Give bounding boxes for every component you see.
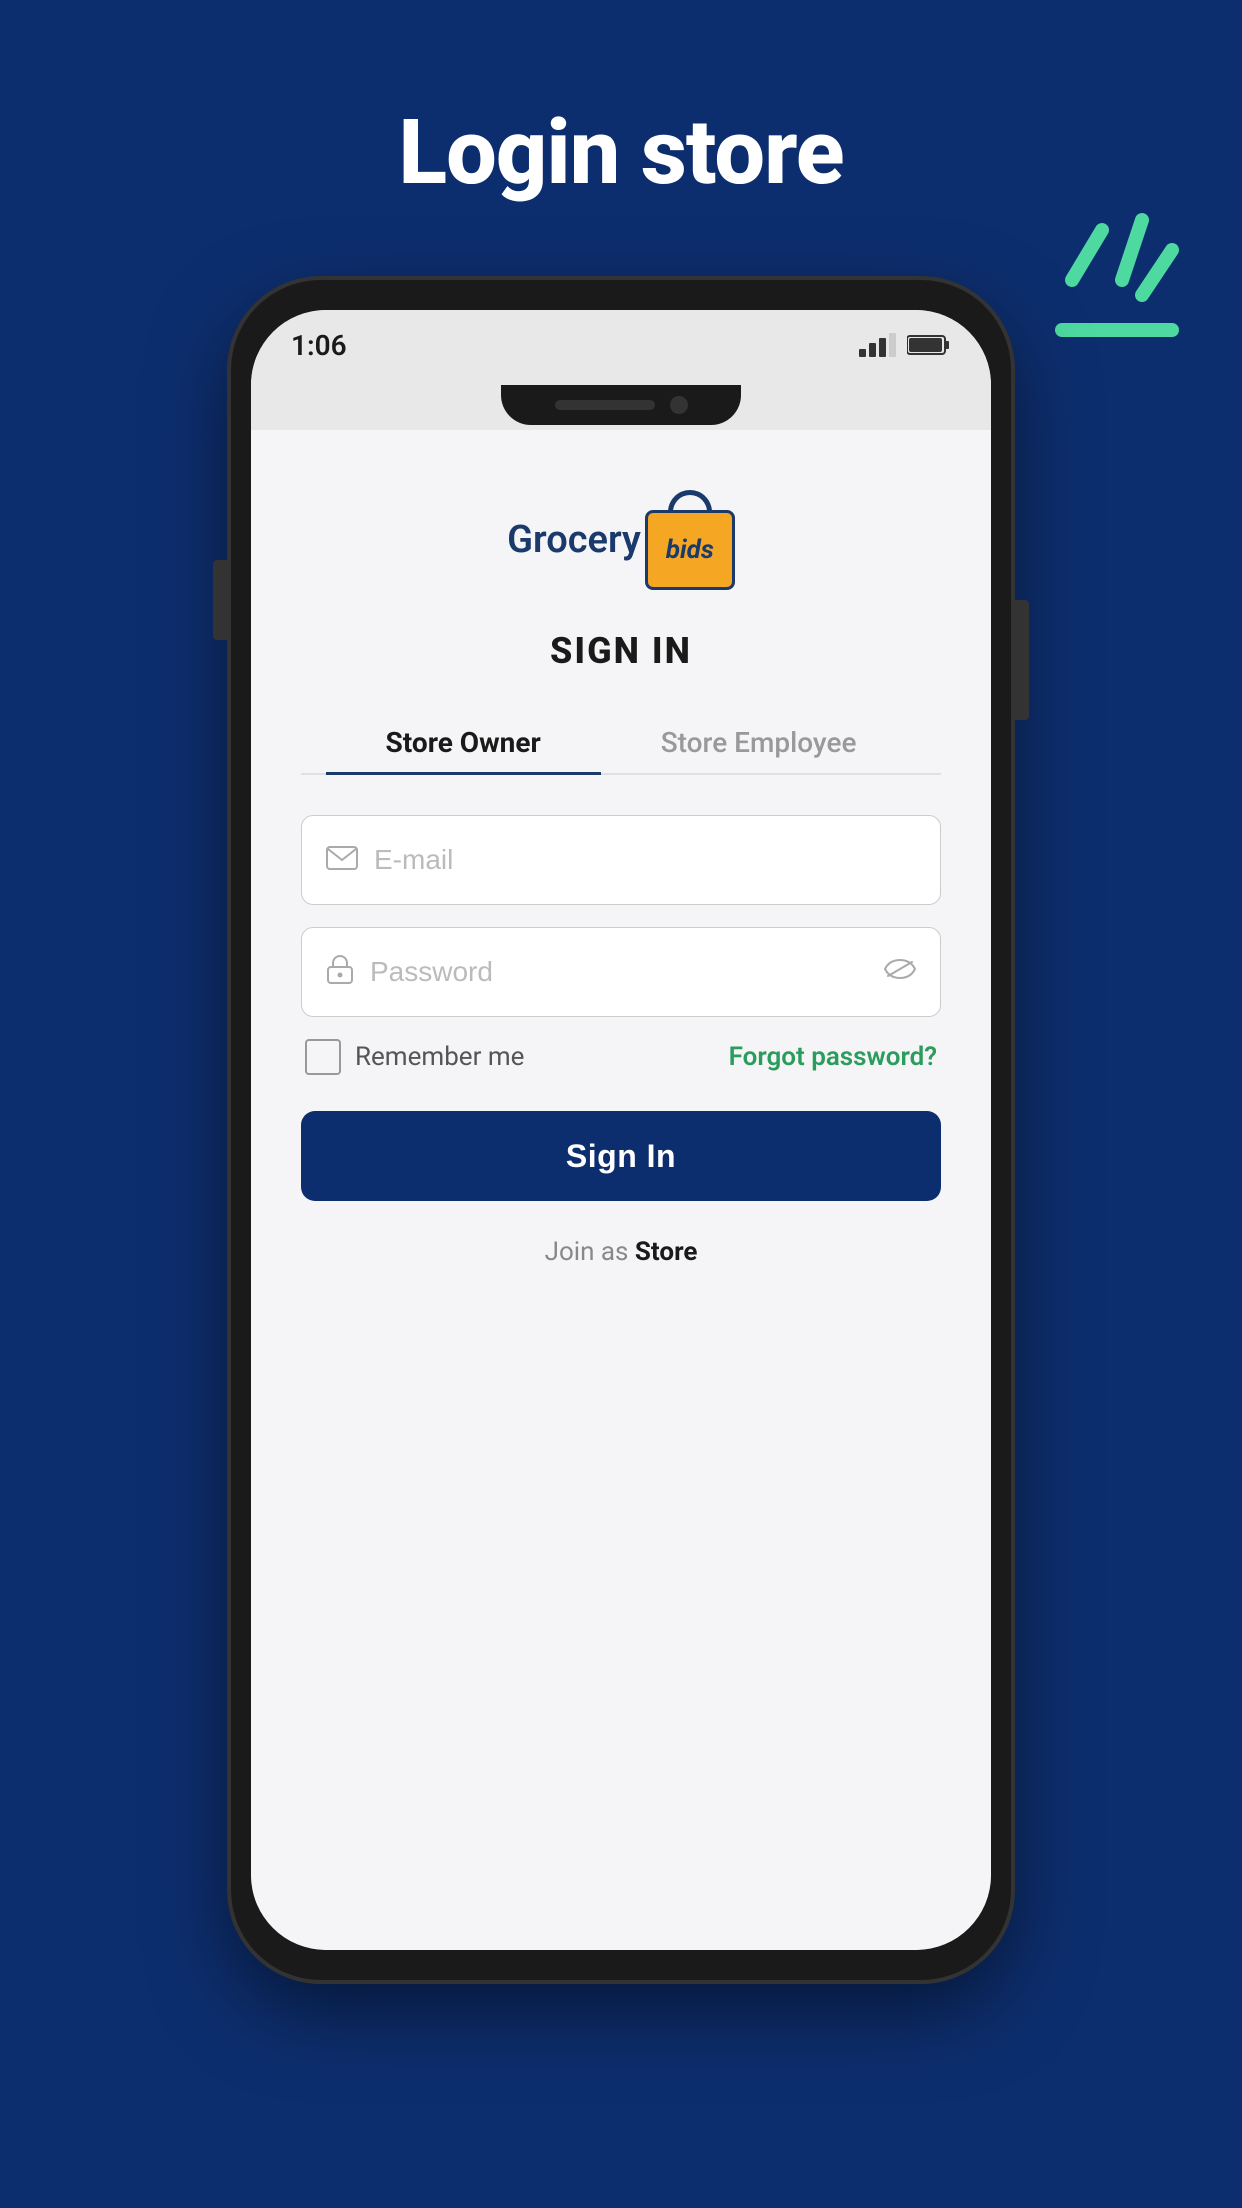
signal-icon	[859, 333, 899, 357]
sign-in-title: SIGN IN	[550, 630, 692, 672]
password-field-wrapper[interactable]	[301, 927, 941, 1017]
options-row: Remember me Forgot password?	[301, 1039, 941, 1075]
tab-store-owner[interactable]: Store Owner	[326, 712, 601, 773]
forgot-password-link[interactable]: Forgot password?	[729, 1042, 937, 1072]
password-input[interactable]	[370, 956, 868, 988]
notch	[501, 385, 741, 425]
logo-grocery-text: Grocery	[507, 518, 641, 562]
notch-area	[251, 380, 991, 430]
logo-container: Grocery bids	[507, 490, 735, 590]
email-input-group	[301, 815, 941, 905]
sparkle-decoration	[982, 200, 1182, 400]
join-text-prefix: Join as	[545, 1237, 635, 1267]
join-text-bold: Store	[635, 1237, 697, 1267]
notch-speaker	[555, 400, 655, 410]
sign-in-button[interactable]: Sign In	[301, 1111, 941, 1201]
email-input[interactable]	[374, 844, 916, 876]
phone-screen: 1:06	[251, 310, 991, 1950]
tabs-container[interactable]: Store Owner Store Employee	[301, 712, 941, 775]
status-icons	[859, 333, 951, 357]
eye-icon[interactable]	[884, 957, 916, 987]
logo-bag-text: bids	[666, 535, 714, 565]
logo-bag: bids	[645, 490, 735, 590]
notch-camera	[670, 396, 688, 414]
remember-me-group[interactable]: Remember me	[305, 1039, 524, 1075]
status-bar: 1:06	[251, 310, 991, 380]
app-content: Grocery bids SIGN IN Store Owner Store E…	[251, 430, 991, 1950]
email-icon	[326, 844, 358, 877]
phone-frame: 1:06	[231, 280, 1011, 1980]
email-field-wrapper[interactable]	[301, 815, 941, 905]
phone-wrapper: 1:06	[231, 280, 1011, 1980]
battery-icon	[907, 333, 951, 357]
join-text: Join as Store	[545, 1237, 698, 1267]
logo-bag-body: bids	[645, 510, 735, 590]
page-title: Login store	[398, 100, 843, 205]
tab-store-employee[interactable]: Store Employee	[601, 712, 917, 773]
remember-me-label: Remember me	[355, 1042, 524, 1072]
lock-icon	[326, 953, 354, 992]
status-time: 1:06	[291, 329, 347, 362]
remember-me-checkbox[interactable]	[305, 1039, 341, 1075]
password-input-group	[301, 927, 941, 1017]
